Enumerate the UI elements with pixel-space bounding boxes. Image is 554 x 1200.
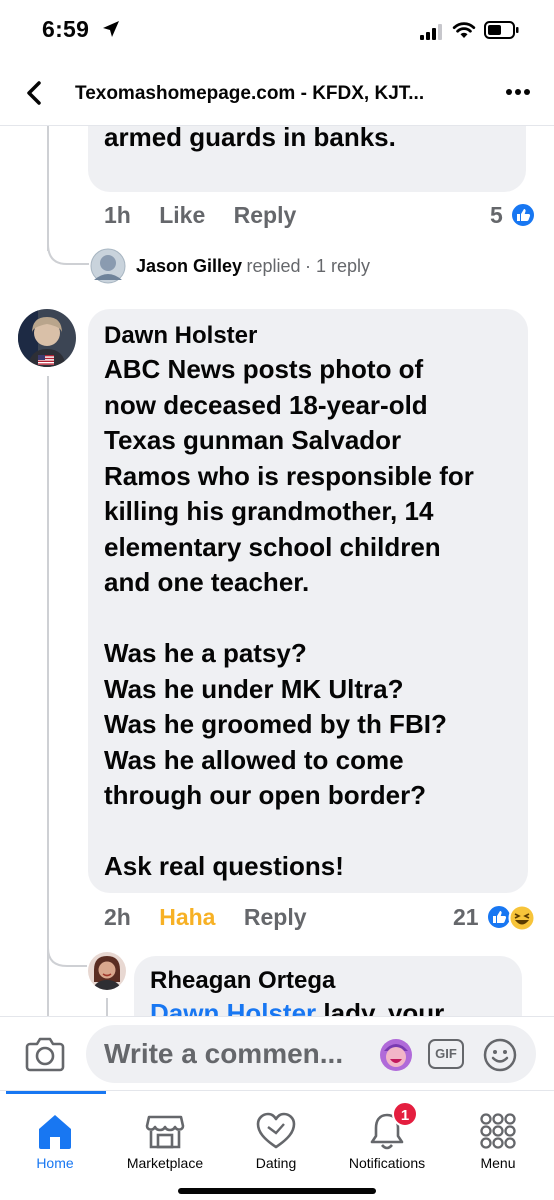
like-reaction-icon [510, 202, 536, 228]
reaction-count-previous: 5 [490, 202, 503, 228]
haha-reaction-icon [508, 904, 536, 932]
home-indicator [178, 1188, 376, 1194]
reply-button[interactable]: Reply [244, 904, 307, 931]
reply-button[interactable]: Reply [234, 202, 297, 229]
haha-reaction-button[interactable]: Haha [159, 904, 215, 931]
like-button[interactable]: Like [159, 202, 205, 229]
menu-grid-icon [480, 1113, 516, 1149]
comment-text: work or we wouldn't have armed guards in… [104, 126, 396, 152]
cellular-signal-icon [420, 24, 442, 40]
emoji-icon[interactable] [482, 1037, 518, 1073]
status-bar: 6:59 [0, 0, 554, 64]
active-tab-indicator [6, 1091, 106, 1094]
flag-icon [38, 355, 54, 365]
notification-badge: 1 [392, 1101, 418, 1127]
comment-placeholder: Write a commen... [104, 1038, 344, 1069]
comment-author[interactable]: Rheagan Ortega [150, 966, 506, 996]
avatar[interactable] [18, 309, 76, 367]
status-time: 6:59 [42, 16, 90, 42]
tab-home[interactable]: Home [0, 1103, 110, 1179]
gif-button[interactable]: GIF [428, 1039, 464, 1069]
thread-curve [47, 948, 87, 967]
post-header: Texomashomepage.com - KFDX, KJT... [0, 64, 554, 126]
comment-actions-main: 2h Haha Reply [104, 904, 307, 931]
location-arrow-icon [103, 21, 119, 37]
more-options-icon[interactable] [502, 80, 534, 104]
comment-actions-previous: 1h Like Reply [104, 202, 296, 229]
thread-connector [47, 376, 49, 1016]
tab-label: Home [36, 1155, 74, 1171]
comment-bubble-previous[interactable]: work or we wouldn't have armed guards in… [88, 126, 526, 192]
wifi-icon [452, 22, 476, 38]
comment-time: 1h [104, 202, 131, 228]
replied-label: replied [246, 256, 301, 276]
marketplace-icon [145, 1115, 185, 1149]
thread-connector [47, 126, 49, 251]
battery-icon [484, 21, 519, 39]
thread-curve [47, 244, 89, 265]
avatar [90, 248, 126, 284]
back-arrow-icon[interactable] [20, 78, 50, 108]
thread-connector [106, 998, 108, 1016]
avatar[interactable] [88, 952, 126, 990]
comment-thread: work or we wouldn't have armed guards in… [0, 126, 554, 1016]
mention-link[interactable]: Dawn Holster [150, 998, 316, 1016]
tab-label: Dating [255, 1155, 297, 1171]
page-title[interactable]: Texomashomepage.com - KFDX, KJT... [75, 83, 424, 105]
home-icon [39, 1115, 71, 1149]
comment-text: ABC News posts photo of now deceased 18-… [104, 354, 474, 881]
tab-menu[interactable]: Menu [443, 1103, 553, 1179]
comment-composer: Write a commen... GIF [0, 1016, 554, 1090]
tab-dating[interactable]: Dating [221, 1103, 331, 1179]
heart-icon [256, 1112, 296, 1149]
tab-label: Marketplace [126, 1155, 204, 1171]
comment-bubble-reply[interactable]: Rheagan Ortega Dawn Holster lady, your [134, 956, 522, 1016]
replier-name: Jason Gilley [136, 256, 243, 276]
comment-input[interactable]: Write a commen... GIF [86, 1025, 536, 1083]
tab-notifications[interactable]: 1 Notifications [332, 1101, 442, 1179]
bottom-tab-bar: Home Marketplace Dating 1 Notifications [0, 1090, 554, 1200]
avatar-sticker-icon[interactable] [378, 1037, 414, 1073]
tab-label: Notifications [348, 1155, 426, 1171]
comment-time: 2h [104, 904, 131, 930]
reply-count: · 1 reply [305, 256, 371, 276]
tab-marketplace[interactable]: Marketplace [110, 1103, 220, 1179]
camera-icon[interactable] [24, 1035, 66, 1073]
comment-author[interactable]: Dawn Holster [104, 321, 512, 351]
reaction-count-main: 21 [453, 904, 479, 930]
comment-bubble-main[interactable]: Dawn Holster ABC News posts photo of now… [88, 309, 528, 893]
tab-label: Menu [480, 1155, 516, 1171]
comment-text: Dawn Holster lady, your [150, 996, 506, 1016]
